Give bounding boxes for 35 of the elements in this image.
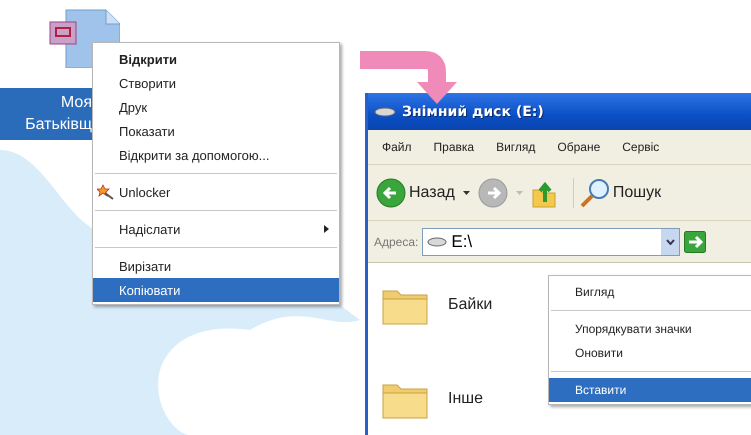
submenu-arrow-icon [324,225,329,233]
menu-item[interactable]: Вирізати [93,254,339,278]
menu-item[interactable]: Вигляд [549,280,751,304]
menu-bar-item[interactable]: Сервіс [622,140,660,154]
menu-item[interactable]: Створити [93,71,339,95]
menu-item[interactable]: Друк [93,95,339,119]
menu-item[interactable]: Відкрити [93,47,339,71]
folder-name[interactable]: Інше [448,390,484,408]
wand-icon [97,184,115,200]
search-icon [580,178,610,208]
menu-bar-item[interactable]: Файл [382,140,412,154]
search-button[interactable]: Пошук [572,178,662,208]
menu-item[interactable]: Надіслати [93,217,339,241]
drive-icon [374,106,396,116]
menu-bar-item[interactable]: Вигляд [496,140,536,154]
menu-item[interactable]: Копіювати [93,278,339,302]
menu-item[interactable]: Показати [93,119,339,143]
menu-item[interactable]: Упорядкувати значки [549,317,751,341]
back-button[interactable]: Назад [376,178,455,208]
menu-item[interactable]: Оновити [549,341,751,365]
menu-bar-item[interactable]: Правка [434,140,474,154]
window-title: Знімний диск (E:) [402,104,544,120]
drive-icon [427,236,448,246]
address-field[interactable]: E:\ [422,228,680,256]
dropdown-button[interactable] [661,228,680,254]
file-label[interactable]: Моя Батьківщ [0,88,92,140]
go-button[interactable] [684,230,706,252]
menu-item[interactable]: Вставити [549,378,751,402]
chevron-down-icon [666,238,675,244]
address-label: Адреса: [374,234,418,248]
folder-name[interactable]: Байки [448,296,492,314]
dropdown-caret-icon[interactable] [462,190,470,194]
menu-bar-item[interactable]: Обране [557,140,600,154]
menu-item[interactable]: Unlocker [93,180,339,204]
menu-item[interactable]: Відкрити за допомогою... [93,143,339,167]
